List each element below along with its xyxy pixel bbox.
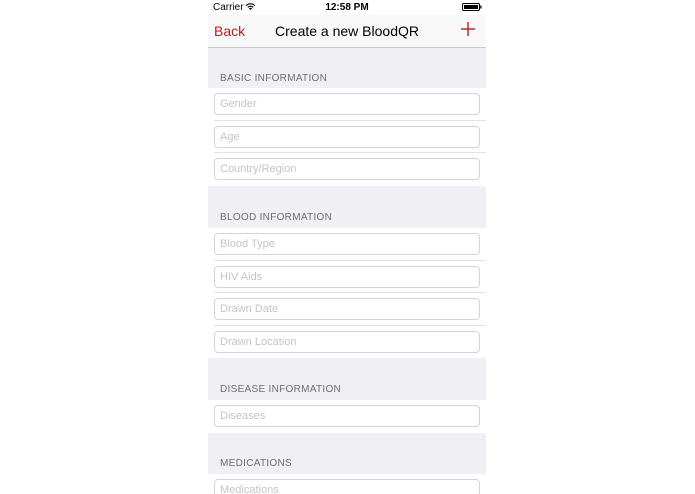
row-gender [208,88,486,121]
section-header-blood: BLOOD INFORMATION [208,186,486,228]
blood-type-field[interactable] [214,233,480,255]
country-region-field[interactable] [214,158,480,180]
medications-field[interactable] [214,479,480,494]
row-medications [208,474,486,494]
status-bar: Carrier 12:58 PM [208,0,486,15]
plus-icon[interactable] [460,21,476,37]
gender-field[interactable] [214,93,480,115]
diseases-field[interactable] [214,405,480,427]
hiv-aids-field[interactable] [214,265,480,288]
row-drawn-location [208,325,486,358]
drawn-location-field[interactable] [214,330,480,353]
section-title-medications: MEDICATIONS [220,457,293,469]
navigation-bar: Back Create a new BloodQR [208,15,486,48]
clock: 12:58 PM [325,2,369,13]
section-title-basic: BASIC INFORMATION [220,73,328,84]
section-header-disease: DISEASE INFORMATION [208,358,486,400]
row-country [208,153,486,186]
section-header-medications: MEDICATIONS [208,432,486,474]
phone-screen: Carrier 12:58 PM Back Create a new Blood… [208,0,486,494]
section-header-basic: BASIC INFORMATION [208,48,486,88]
row-drawn-date [208,293,486,326]
row-blood-type [208,228,486,261]
battery-icon [462,3,482,11]
row-hiv [208,260,486,293]
row-diseases [208,400,486,433]
section-title-blood: BLOOD INFORMATION [220,212,333,223]
row-age [208,120,486,153]
age-field[interactable] [214,125,480,148]
section-title-disease: DISEASE INFORMATION [220,384,342,395]
drawn-date-field[interactable] [214,298,480,320]
page-title: Create a new BloodQR [275,23,419,39]
